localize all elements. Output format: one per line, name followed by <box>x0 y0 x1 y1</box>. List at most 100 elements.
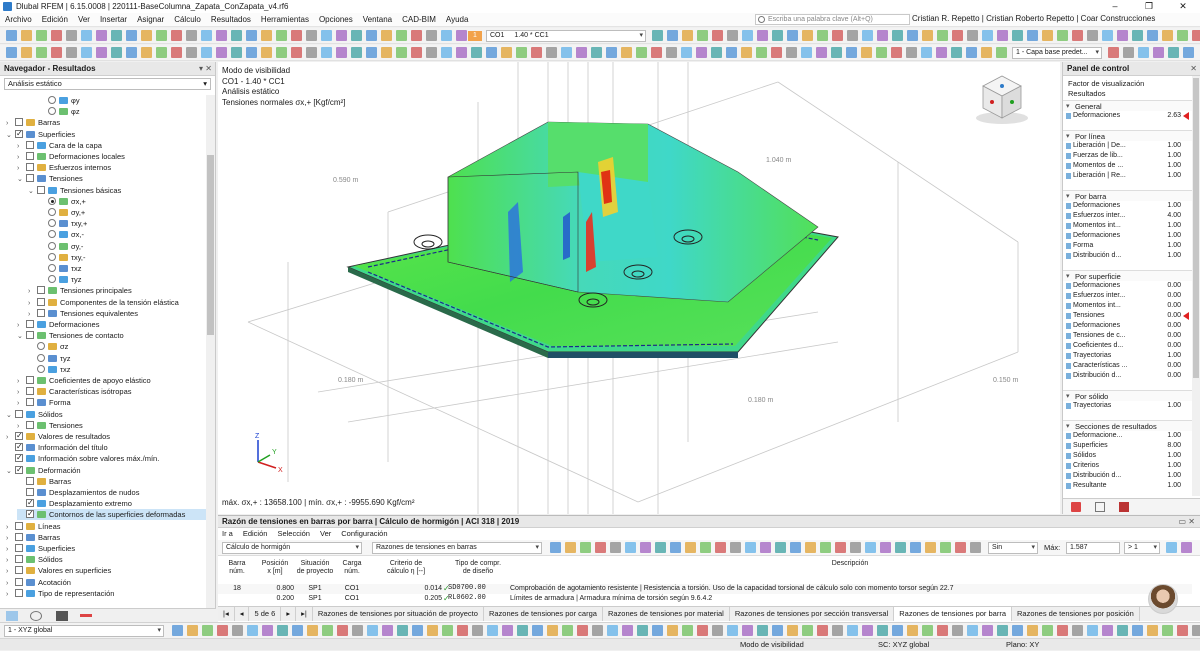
results-menu-edit[interactable]: Edición <box>243 528 268 540</box>
toolbar-tool-icon[interactable] <box>802 625 813 636</box>
menu-opciones[interactable]: Opciones <box>314 15 358 24</box>
factor-value[interactable]: 1.00 <box>1161 471 1181 481</box>
toolbar-tool-icon[interactable] <box>1181 542 1192 553</box>
toolbar-tool-icon[interactable] <box>277 625 288 636</box>
toolbar-tool-icon[interactable] <box>367 625 378 636</box>
toolbar-tool-icon[interactable] <box>21 30 32 41</box>
toolbar-tool-icon[interactable] <box>982 625 993 636</box>
toolbar-tool-icon[interactable] <box>276 47 287 58</box>
radio-button[interactable] <box>48 107 56 116</box>
keyword-search-input[interactable]: Escriba una palabra clave (Alt+Q) <box>755 14 910 25</box>
toolbar-tool-icon[interactable] <box>592 625 603 636</box>
toolbar-tool-icon[interactable] <box>712 625 723 636</box>
toolbar-tool-icon[interactable] <box>1147 625 1158 636</box>
expand-toggle-icon[interactable]: ⌄ <box>28 186 37 197</box>
toolbar-tool-icon[interactable] <box>816 47 827 58</box>
toolbar-tool-icon[interactable] <box>1057 30 1068 41</box>
toolbar-tool-icon[interactable] <box>1123 47 1134 58</box>
toolbar-tool-icon[interactable] <box>625 542 636 553</box>
module-combo[interactable]: Cálculo de hormigón ▾ <box>222 542 362 554</box>
toolbar-tool-icon[interactable] <box>697 30 708 41</box>
factor-value[interactable]: 1.00 <box>1161 221 1181 231</box>
minimize-button[interactable]: – <box>1098 1 1132 12</box>
result-tab[interactable]: Razones de tensiones por material <box>603 607 730 621</box>
toolbar-tool-icon[interactable] <box>591 47 602 58</box>
toolbar-tool-icon[interactable] <box>291 47 302 58</box>
tree-item[interactable]: › Esfuerzos internos <box>17 162 206 173</box>
result-tab[interactable]: Razones de tensiones por sección transve… <box>730 607 895 621</box>
toolbar-tool-icon[interactable] <box>861 47 872 58</box>
toolbar-tool-icon[interactable] <box>456 30 467 41</box>
toolbar-tool-icon[interactable] <box>396 47 407 58</box>
toolbar-tool-icon[interactable] <box>366 47 377 58</box>
toolbar-tool-icon[interactable] <box>786 47 797 58</box>
filter-icon[interactable] <box>1119 502 1129 512</box>
menu-archivo[interactable]: Archivo <box>0 15 37 24</box>
factor-value[interactable]: 1.00 <box>1161 481 1181 491</box>
toolbar-tool-icon[interactable] <box>1117 30 1128 41</box>
toolbar-tool-icon[interactable] <box>547 625 558 636</box>
tree-item[interactable]: σy,+ <box>39 207 206 218</box>
tree-item[interactable]: › Forma <box>17 397 206 408</box>
tree-item[interactable]: σx,+ <box>39 196 206 207</box>
toolbar-tool-icon[interactable] <box>1027 30 1038 41</box>
checkbox[interactable] <box>15 118 23 127</box>
control-section-title[interactable]: Por barra <box>1063 190 1193 202</box>
navigator-scrollbar[interactable] <box>206 95 215 613</box>
tree-item[interactable]: ⌄ Deformación <box>6 464 206 476</box>
checkbox[interactable] <box>26 420 34 429</box>
tree-item[interactable]: ⌄ Sólidos <box>6 409 206 420</box>
toolbar-tool-icon[interactable] <box>952 30 963 41</box>
column-header[interactable]: Tipo de compr. de diseño <box>448 560 508 576</box>
toolbar-tool-icon[interactable] <box>937 30 948 41</box>
factor-value[interactable]: 1.00 <box>1161 241 1181 251</box>
checkbox[interactable] <box>26 331 34 340</box>
factor-row[interactable]: Características ... 0.00 <box>1063 361 1193 371</box>
toolbar-tool-icon[interactable] <box>1102 625 1113 636</box>
checkbox[interactable] <box>37 286 45 295</box>
toolbar-tool-icon[interactable] <box>486 47 497 58</box>
toolbar-tool-icon[interactable] <box>772 625 783 636</box>
factor-value[interactable]: 2.63 <box>1161 111 1181 121</box>
checkbox[interactable] <box>26 488 34 496</box>
column-header[interactable]: Criterio de cálculo η [--] <box>370 560 442 576</box>
toolbar-tool-icon[interactable] <box>651 47 662 58</box>
toolbar-tool-icon[interactable] <box>351 47 362 58</box>
toolbar-tool-icon[interactable] <box>951 47 962 58</box>
toolbar-tool-icon[interactable] <box>352 625 363 636</box>
toolbar-tool-icon[interactable] <box>1072 30 1083 41</box>
toolbar-tool-icon[interactable] <box>820 542 831 553</box>
toolbar-tool-icon[interactable] <box>111 30 122 41</box>
toolbar-tool-icon[interactable] <box>817 625 828 636</box>
toolbar-tool-icon[interactable] <box>1057 625 1068 636</box>
toolbar-tool-icon[interactable] <box>156 47 167 58</box>
toolbar-tool-icon[interactable] <box>862 625 873 636</box>
tree-item[interactable]: τxz <box>28 364 206 375</box>
expand-toggle-icon[interactable]: ⌄ <box>17 331 26 342</box>
toolbar-tool-icon[interactable] <box>217 625 228 636</box>
checkbox[interactable] <box>26 387 34 396</box>
toolbar-tool-icon[interactable] <box>322 625 333 636</box>
toolbar-tool-icon[interactable] <box>787 30 798 41</box>
toolbar-tool-icon[interactable] <box>442 625 453 636</box>
checkbox[interactable] <box>26 174 34 183</box>
toolbar-tool-icon[interactable] <box>396 30 407 41</box>
tree-item[interactable]: ⌄ Tensiones <box>17 173 206 184</box>
tree-item[interactable]: Información del título <box>6 441 206 453</box>
column-header[interactable]: Barra núm. <box>220 560 254 576</box>
assistant-avatar[interactable] <box>1148 584 1178 614</box>
toolbar-tool-icon[interactable] <box>1132 625 1143 636</box>
result-tab[interactable]: Razones de tensiones por carga <box>484 607 603 621</box>
close-icon[interactable]: ✕ <box>1190 62 1197 76</box>
toolbar-tool-icon[interactable] <box>577 625 588 636</box>
toolbar-tool-icon[interactable] <box>667 30 678 41</box>
toolbar-tool-icon[interactable] <box>922 30 933 41</box>
toolbar-tool-icon[interactable] <box>907 30 918 41</box>
toolbar-tool-icon[interactable] <box>336 47 347 58</box>
toolbar-tool-icon[interactable] <box>771 47 782 58</box>
menu-ver[interactable]: Ver <box>73 15 95 24</box>
toolbar-tool-icon[interactable] <box>531 47 542 58</box>
toolbar-tool-icon[interactable] <box>262 625 273 636</box>
toolbar-tool-icon[interactable] <box>576 47 587 58</box>
checkbox[interactable] <box>15 430 23 441</box>
